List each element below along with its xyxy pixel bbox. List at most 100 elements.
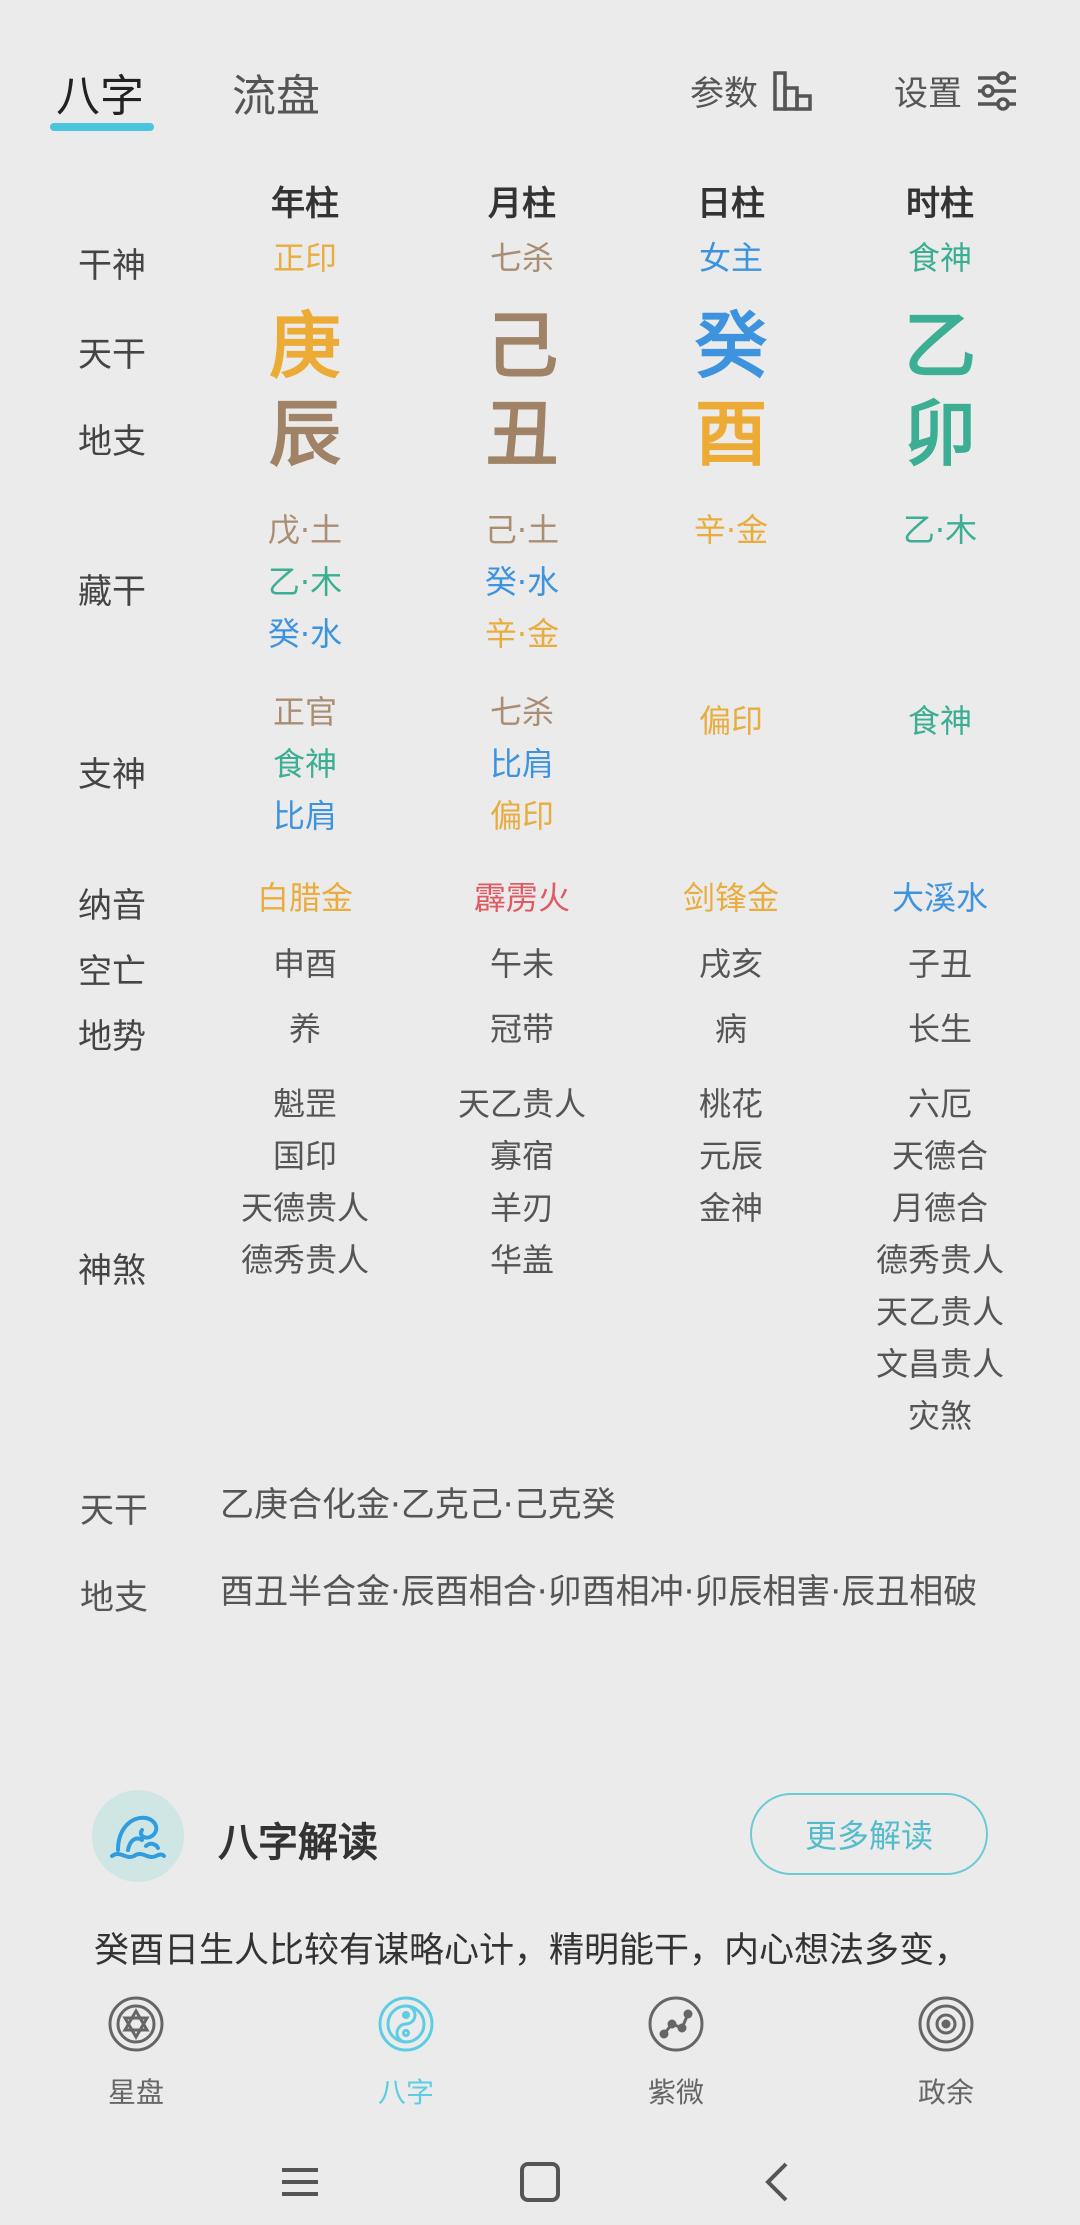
nav-label-ziwei: 紫微	[647, 2076, 704, 2109]
column-header-year: 年柱	[271, 184, 339, 224]
shensha-day-1: 桃花	[698, 1085, 763, 1123]
sliders-icon	[978, 70, 1016, 111]
interpretation-title: 八字解读	[218, 1820, 378, 1866]
dishi-year: 养	[288, 1010, 321, 1048]
canggan-month-3: 辛·金	[484, 615, 560, 653]
kongwang-hour: 子丑	[907, 945, 972, 983]
row-label-kongwang: 空亡	[78, 952, 146, 992]
back-icon[interactable]	[762, 2158, 792, 2206]
params-button[interactable]: 参数	[690, 66, 814, 115]
relations-dizhi-label: 地支	[80, 1578, 148, 1618]
dizhi-month: 丑	[485, 392, 558, 476]
yin-yang-icon	[378, 1996, 434, 2052]
constellation-icon	[648, 1996, 704, 2052]
canggan-year-2: 乙·木	[267, 563, 343, 601]
shensha-year-2: 国印	[272, 1137, 337, 1175]
canggan-month-2: 癸·水	[484, 563, 560, 601]
dizhi-year: 辰	[268, 392, 341, 476]
star-chart-icon	[108, 1996, 164, 2052]
target-icon	[918, 1996, 974, 2052]
zhishen-day-1: 偏印	[698, 702, 763, 740]
row-label-nayin: 纳音	[78, 886, 146, 926]
nav-item-bazi[interactable]: 八字	[336, 1994, 476, 2111]
dizhi-hour: 卯	[903, 392, 976, 476]
nav-item-zhengyu[interactable]: 政余	[876, 1994, 1016, 2111]
relations-dizhi-text: 酉丑半合金·辰酉相合·卯酉相冲·卯辰相害·辰丑相破	[220, 1572, 978, 1612]
dishi-day: 病	[714, 1010, 747, 1048]
row-label-canggan: 藏干	[78, 572, 146, 612]
top-bar: 八字 流盘 参数 设置	[0, 0, 1080, 150]
wave-icon	[92, 1790, 184, 1882]
kongwang-year: 申酉	[272, 945, 337, 983]
canggan-month-1: 己·土	[484, 511, 560, 549]
zhishen-month-2: 比肩	[489, 745, 554, 783]
shensha-day-3: 金神	[698, 1189, 763, 1227]
kongwang-month: 午未	[489, 945, 554, 983]
system-nav-bar	[0, 2140, 1080, 2225]
tiangan-year: 庚	[268, 304, 341, 388]
canggan-day-1: 辛·金	[693, 511, 769, 549]
ganshen-month: 七杀	[489, 239, 554, 277]
nayin-month: 霹雳火	[473, 879, 570, 917]
canggan-year-1: 戊·土	[267, 511, 343, 549]
row-label-shensha: 神煞	[78, 1251, 146, 1291]
row-label-zhishen: 支神	[78, 755, 146, 795]
shensha-month-4: 华盖	[489, 1241, 554, 1279]
tiangan-day: 癸	[694, 304, 767, 388]
recent-apps-icon[interactable]	[280, 2158, 320, 2206]
row-label-dizhi: 地支	[78, 422, 146, 462]
tab-liupan[interactable]: 流盘	[232, 60, 320, 124]
nav-item-ziwei[interactable]: 紫微	[606, 1994, 746, 2111]
bar-chart-icon	[773, 70, 812, 111]
shensha-hour-4: 德秀贵人	[875, 1241, 1004, 1279]
canggan-hour-1: 乙·木	[902, 511, 978, 549]
params-label: 参数	[690, 74, 758, 114]
shensha-hour-7: 灾煞	[907, 1397, 972, 1435]
tiangan-month: 己	[485, 304, 558, 388]
tab-bazi[interactable]: 八字	[56, 60, 144, 124]
ganshen-hour: 食神	[907, 239, 972, 277]
dizhi-day: 酉	[694, 392, 767, 476]
nav-label-zhengyu: 政余	[917, 2076, 974, 2109]
nayin-year: 白腊金	[256, 879, 353, 917]
shensha-month-2: 寡宿	[489, 1137, 554, 1175]
zhishen-hour-1: 食神	[907, 702, 972, 740]
column-header-hour: 时柱	[906, 184, 974, 224]
shensha-year-1: 魁罡	[272, 1085, 337, 1123]
column-header-day: 日柱	[697, 184, 765, 224]
more-interpretation-button[interactable]: 更多解读	[750, 1793, 988, 1875]
zhishen-year-2: 食神	[272, 745, 337, 783]
nav-label-bazi: 八字	[377, 2076, 434, 2109]
home-icon[interactable]	[518, 2158, 562, 2206]
row-label-ganshen: 干神	[78, 246, 146, 286]
shensha-hour-3: 月德合	[891, 1189, 988, 1227]
shensha-hour-1: 六厄	[907, 1085, 972, 1123]
nayin-day: 剑锋金	[682, 879, 779, 917]
zhishen-month-1: 七杀	[489, 693, 554, 731]
interpretation-text: 癸酉日生人比较有谋略心计，精明能干，内心想法多变，	[94, 1931, 970, 1971]
row-label-tiangan: 天干	[78, 335, 146, 375]
relations-tiangan-label: 天干	[80, 1491, 148, 1531]
settings-button[interactable]: 设置	[894, 66, 1018, 115]
dishi-month: 冠带	[489, 1010, 554, 1048]
zhishen-year-1: 正官	[272, 693, 337, 731]
bazi-page: 八字 流盘 参数 设置 年柱 月柱 日柱 时柱 干神 天干 地支 藏干 支神 纳…	[0, 0, 1080, 2225]
shensha-hour-5: 天乙贵人	[875, 1293, 1004, 1331]
active-tab-indicator	[50, 123, 154, 131]
shensha-month-1: 天乙贵人	[457, 1085, 586, 1123]
shensha-day-2: 元辰	[698, 1137, 763, 1175]
shensha-hour-6: 文昌贵人	[875, 1345, 1004, 1383]
row-label-dishi: 地势	[78, 1017, 146, 1057]
nav-item-xingpan[interactable]: 星盘	[66, 1994, 206, 2111]
settings-label: 设置	[894, 74, 962, 114]
nav-label-xingpan: 星盘	[107, 2076, 164, 2109]
bottom-nav: 星盘 八字 紫微 政余	[0, 1972, 1080, 2122]
shensha-hour-2: 天德合	[891, 1137, 988, 1175]
shensha-year-4: 德秀贵人	[240, 1241, 369, 1279]
kongwang-day: 戌亥	[698, 945, 763, 983]
shensha-year-3: 天德贵人	[240, 1189, 369, 1227]
zhishen-month-3: 偏印	[489, 797, 554, 835]
zhishen-year-3: 比肩	[272, 797, 337, 835]
tiangan-hour: 乙	[903, 304, 976, 388]
canggan-year-3: 癸·水	[267, 615, 343, 653]
